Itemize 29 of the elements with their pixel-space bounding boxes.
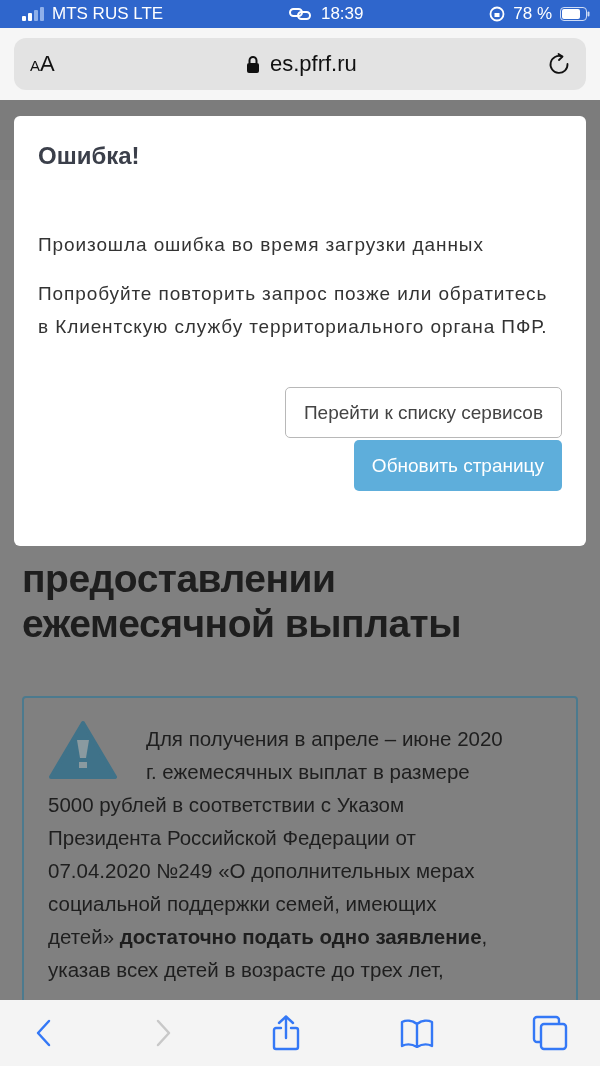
text-size-button[interactable]: AA	[30, 51, 55, 77]
link-icon	[288, 8, 311, 20]
carrier-name: MTS RUS LTE	[52, 4, 164, 24]
dialog-message: Произошла ошибка во время загрузки данных	[38, 233, 485, 257]
dialog-message: Попробуйте повторить запрос позже или обратитесь в Клиентскую службу территориального органа ПФР.	[38, 282, 549, 339]
notice-text-line: г. ежемесячных выплат в размере	[146, 759, 470, 786]
page-heading: предоставлении ежемесячной выплаты	[22, 556, 462, 647]
address-bar[interactable]: AA es.pfrf.ru	[14, 38, 586, 90]
tabs-icon[interactable]	[532, 1015, 568, 1051]
lock-icon	[245, 55, 260, 73]
url-text: es.pfrf.ru	[269, 51, 357, 77]
notice-text-line: 07.04.2020 №249 «О дополнительных мерах	[48, 858, 475, 885]
warning-icon	[48, 720, 118, 781]
rotation-lock-icon	[489, 6, 506, 22]
clock-time: 18:39	[320, 4, 364, 24]
services-button[interactable]: Перейти к списку сервисов	[284, 387, 562, 438]
battery-icon	[560, 7, 590, 21]
notice-text-line: социальной поддержки семей, имеющих	[48, 891, 437, 918]
notice-text-line: детей» достаточно подать одно заявление,	[48, 924, 488, 951]
share-icon[interactable]	[271, 1015, 301, 1051]
bookmarks-icon[interactable]	[399, 1018, 434, 1048]
dialog-title: Ошибка!	[38, 142, 141, 170]
battery-percent: 78 %	[513, 4, 552, 24]
notice-text-line: указав всех детей в возрасте до трех лет,	[48, 957, 444, 984]
signal-icon	[22, 7, 44, 21]
reload-icon[interactable]	[548, 53, 570, 75]
notice-text-line: 5000 рублей в соответствии с Указом	[48, 792, 405, 819]
notice-text-line: Для получения в апреле – июне 2020	[146, 726, 503, 753]
notice-text-line: Президента Российской Федерации от	[48, 825, 416, 852]
